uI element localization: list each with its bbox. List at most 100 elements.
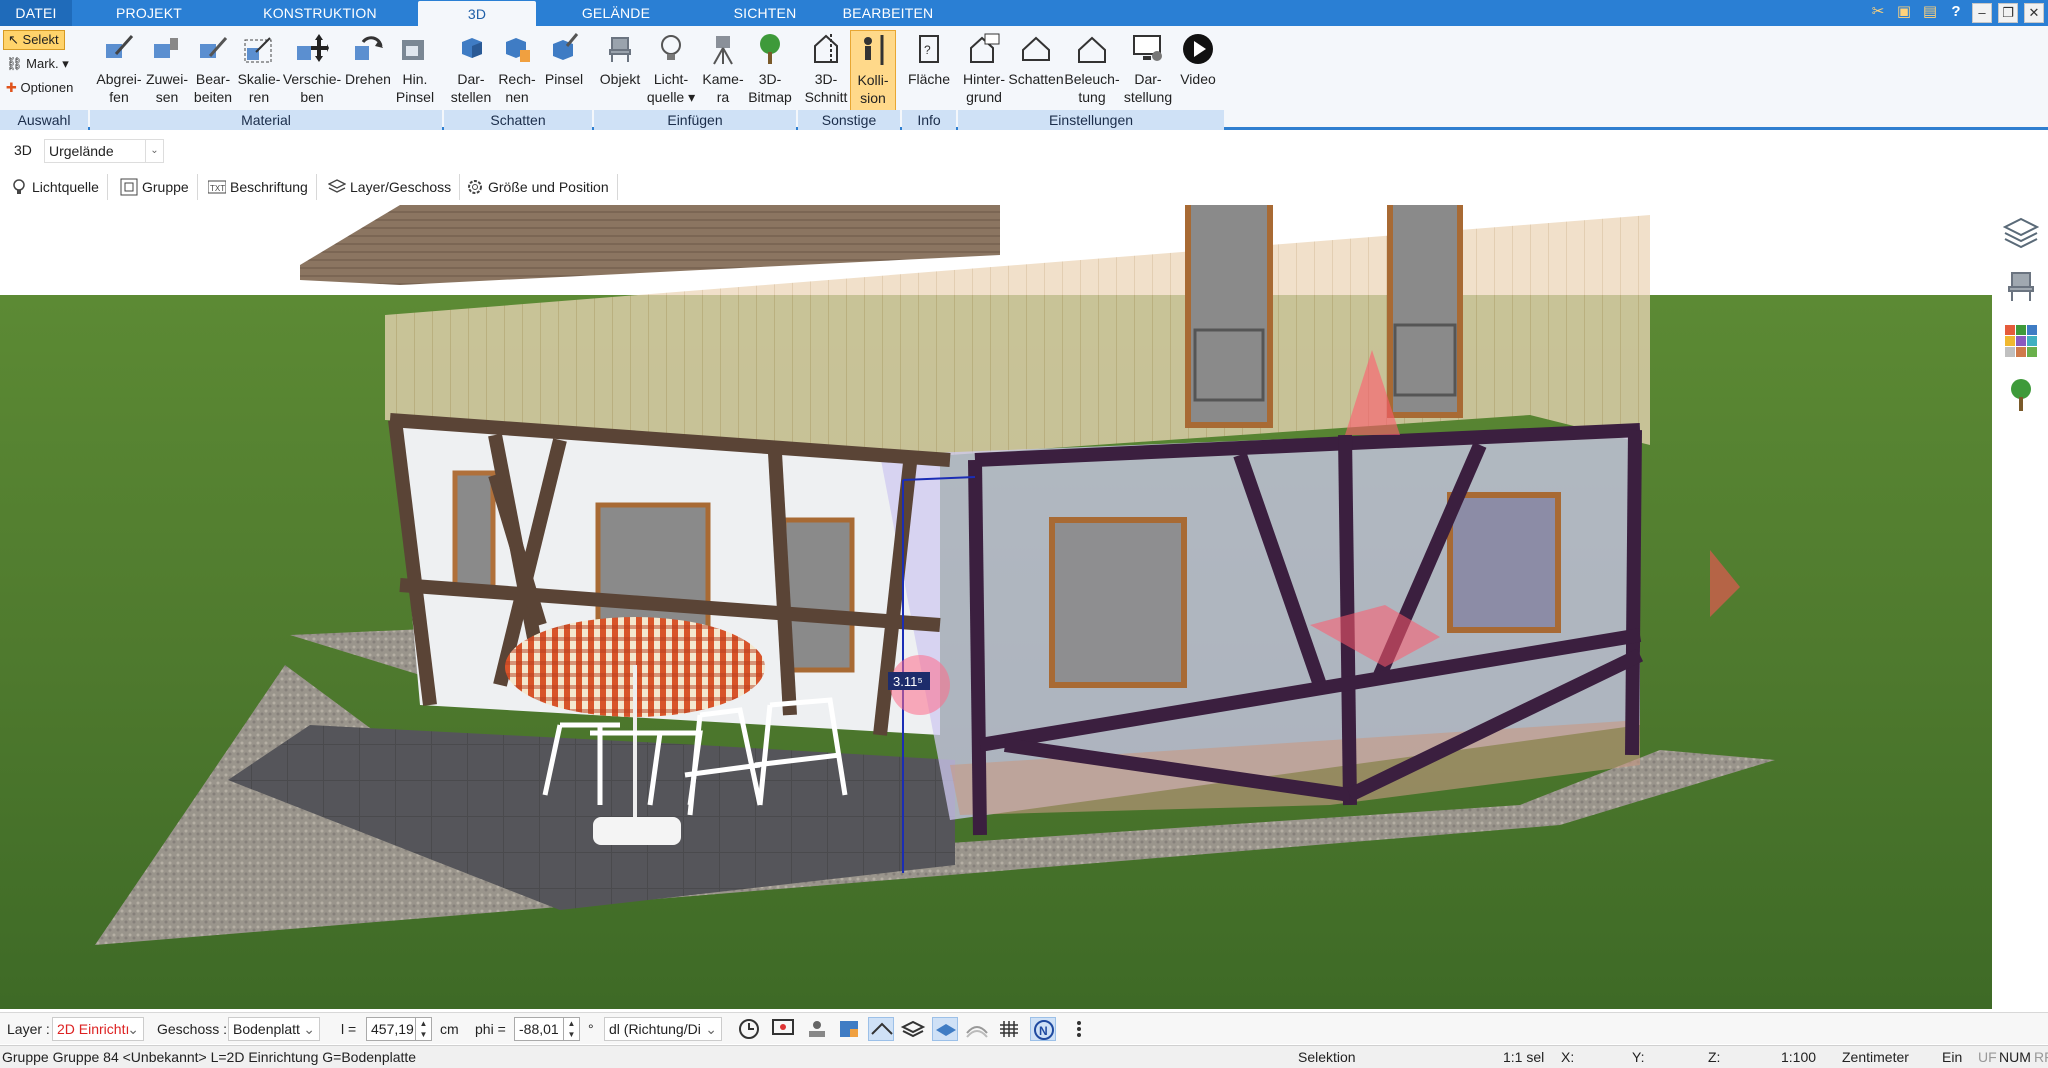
- tab-gelaende[interactable]: GELÄNDE: [560, 0, 672, 26]
- tab-3d[interactable]: 3D: [418, 1, 536, 26]
- phi-input[interactable]: -88,01 ▲ ▼: [514, 1017, 580, 1041]
- catalog-icon: [840, 1021, 858, 1037]
- help-icon[interactable]: ?: [1946, 3, 1966, 23]
- status-z: Z:: [1708, 1049, 1721, 1065]
- length-unit: cm: [440, 1021, 459, 1037]
- layers-icon: [328, 179, 346, 193]
- phi-spinner[interactable]: ▲ ▼: [563, 1018, 579, 1040]
- schatten-pinsel-label-1: Pinsel: [544, 71, 584, 87]
- tab-bearbeiten[interactable]: BEARBEITEN: [838, 0, 938, 26]
- schatten-pinsel-button[interactable]: Pinsel: [540, 30, 588, 114]
- brush-icon: [402, 40, 424, 60]
- beschriftung-tool-button[interactable]: TXT Beschriftung: [202, 174, 317, 200]
- objekt-button[interactable]: Objekt: [596, 30, 644, 114]
- save-icon[interactable]: ▣: [1894, 3, 1914, 23]
- tree-icon[interactable]: [2003, 377, 2039, 413]
- tools-icon[interactable]: ✂: [1868, 3, 1888, 23]
- status-uf: UF: [1978, 1049, 1997, 1065]
- roof-view-button[interactable]: [868, 1017, 894, 1041]
- groesse-position-tool-button[interactable]: Größe und Position: [460, 174, 618, 200]
- verschieben-button[interactable]: Verschie-ben: [282, 30, 342, 114]
- terrain-button[interactable]: [964, 1017, 990, 1041]
- input-mode-select[interactable]: dl (Richtung/Di ⌄: [604, 1017, 722, 1041]
- layer-geschoss-tool-label: Layer/Geschoss: [350, 179, 452, 195]
- catalog-button[interactable]: [836, 1017, 862, 1041]
- input-bar: Layer : 2D Einrichtı ⌄ Geschoss : Bodenpl…: [0, 1012, 2048, 1044]
- 3d-scene[interactable]: 3.11⁵: [0, 205, 1992, 1009]
- zuweisen-label-2: sen: [155, 89, 179, 105]
- snap-button[interactable]: [804, 1017, 830, 1041]
- status-unit: Zentimeter: [1842, 1049, 1909, 1065]
- house-shadow-icon: [1022, 36, 1050, 61]
- kamera-button[interactable]: Kame-ra: [698, 30, 748, 114]
- mark-button[interactable]: ⛓ Mark. ▾: [6, 54, 69, 74]
- svg-text:TXT: TXT: [210, 184, 225, 193]
- length-spinner[interactable]: ▲ ▼: [415, 1018, 431, 1040]
- objekt-label-1: Objekt: [599, 71, 641, 87]
- schatten-einstellung-label-1: Schatten: [1008, 71, 1064, 87]
- gruppe-tool-button[interactable]: Gruppe: [114, 174, 198, 200]
- furniture-icon[interactable]: [2003, 269, 2039, 305]
- hintergrund-button[interactable]: Hinter-grund: [960, 30, 1008, 114]
- skalieren-label-2: ren: [248, 89, 270, 105]
- 3d-schnitt-button[interactable]: 3D- Schnitt: [802, 30, 850, 114]
- tab-datei[interactable]: DATEI: [0, 0, 72, 26]
- hin-pinsel-button[interactable]: Hin. Pinsel: [394, 30, 436, 114]
- restore-button[interactable]: ❐: [1998, 3, 2018, 23]
- house-light-icon: [1078, 36, 1106, 63]
- schatten-einstellung-button[interactable]: Schatten: [1008, 30, 1064, 114]
- zuweisen-button[interactable]: Zuwei-sen: [144, 30, 190, 114]
- layer-geschoss-tool-button[interactable]: Layer/Geschoss: [322, 174, 461, 200]
- status-bar: Gruppe Gruppe 84 <Unbekannt> L=2D Einric…: [0, 1045, 2048, 1068]
- monitor-icon: [1133, 35, 1162, 61]
- status-scale: 1:100: [1781, 1049, 1817, 1065]
- grid-button[interactable]: [996, 1017, 1022, 1041]
- layout-icon[interactable]: ▤: [1920, 3, 1940, 23]
- tab-sichten[interactable]: SICHTEN: [715, 0, 815, 26]
- tab-projekt[interactable]: PROJEKT: [94, 0, 204, 26]
- floor-button[interactable]: [932, 1017, 958, 1041]
- screen-button[interactable]: [770, 1017, 796, 1041]
- tab-konstruktion[interactable]: KONSTRUKTION: [250, 0, 390, 26]
- svg-text:N: N: [1039, 1024, 1048, 1038]
- drehen-button[interactable]: Drehen: [342, 30, 394, 114]
- status-ein: Ein: [1942, 1049, 1963, 1065]
- darstellung-label-2: stellung: [1123, 89, 1173, 105]
- schatten-darstellen-button[interactable]: Dar-stellen: [448, 30, 494, 114]
- view-label: 3D: [14, 142, 32, 158]
- layers-toggle-button[interactable]: [900, 1017, 926, 1041]
- geschoss-select[interactable]: Bodenplatt ⌄: [228, 1017, 320, 1041]
- video-button[interactable]: Video: [1176, 30, 1220, 114]
- kollision-button[interactable]: Kolli-sion: [850, 30, 896, 114]
- view-select[interactable]: Urgelände ⌄: [44, 139, 164, 163]
- minimize-button[interactable]: –: [1972, 3, 1992, 23]
- schatten-rechnen-button[interactable]: Rech-nen: [494, 30, 540, 114]
- clock-button[interactable]: [736, 1017, 762, 1041]
- flaeche-button[interactable]: ? Fläche: [904, 30, 954, 114]
- abgreifen-button[interactable]: Abgrei-fen: [94, 30, 144, 114]
- group-auswahl: Auswahl: [0, 110, 88, 130]
- lichtquelle-button[interactable]: Licht-quelle ▾: [646, 30, 696, 114]
- layer-label: Layer :: [7, 1021, 50, 1037]
- status-rf: RF: [2034, 1049, 2048, 1065]
- length-input[interactable]: 457,19 ▲ ▼: [366, 1017, 432, 1041]
- darstellung-button[interactable]: Dar-stellung: [1120, 30, 1176, 114]
- lichtquelle-tool-button[interactable]: Lichtquelle: [4, 174, 108, 200]
- close-button[interactable]: ✕: [2024, 3, 2044, 23]
- north-button[interactable]: N: [1030, 1017, 1056, 1041]
- 3d-schnitt-label-1: 3D-: [814, 71, 838, 87]
- 3d-viewport[interactable]: 3.11⁵: [0, 205, 1992, 1009]
- options-button[interactable]: ✚ Optionen: [6, 78, 73, 98]
- gruppe-tool-label: Gruppe: [142, 179, 189, 195]
- hintergrund-label-1: Hinter-: [962, 71, 1005, 87]
- bearbeiten-button[interactable]: Bear-beiten: [190, 30, 236, 114]
- layer-select[interactable]: 2D Einrichtı ⌄: [52, 1017, 144, 1041]
- beleuchtung-button[interactable]: Beleuch-tung: [1064, 30, 1120, 114]
- layers-icon[interactable]: [2003, 215, 2039, 251]
- materials-icon[interactable]: [2003, 323, 2039, 359]
- more-button[interactable]: [1072, 1017, 1086, 1041]
- select-button[interactable]: ↖ Selekt: [3, 30, 65, 50]
- 3d-bitmap-button[interactable]: 3D- Bitmap: [748, 30, 792, 114]
- cube-shadow-icon: [462, 38, 482, 58]
- skalieren-button[interactable]: Skalie-ren: [236, 30, 282, 114]
